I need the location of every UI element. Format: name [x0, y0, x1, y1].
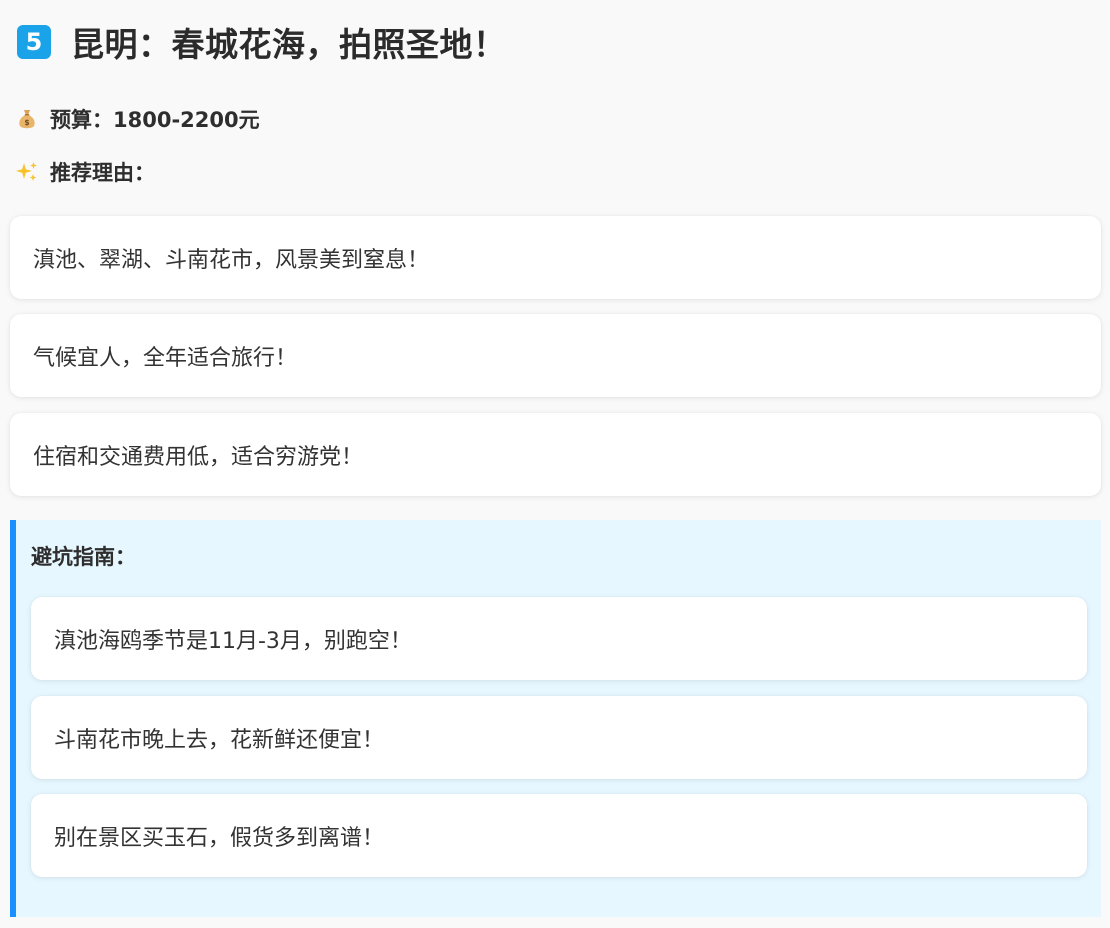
svg-text:$: $ — [24, 118, 29, 127]
tip-text: 斗南花市晚上去，花新鲜还便宜！ — [54, 727, 385, 753]
page: 5 昆明：春城花海，拍照圣地！ $ 预算：1800-2200元 推荐理由： 滇池… — [0, 0, 1110, 928]
tip-card: 滇池海鸥季节是11月-3月，别跑空！ — [31, 597, 1087, 680]
reason-card: 气候宜人，全年适合旅行！ — [10, 314, 1101, 397]
reason-card: 滇池、翠湖、斗南花市，风景美到窒息！ — [10, 216, 1101, 299]
tip-text: 滇池海鸥季节是11月-3月，别跑空！ — [54, 628, 412, 654]
reason-card: 住宿和交通费用低，适合穷游党！ — [10, 413, 1101, 496]
reason-text: 住宿和交通费用低，适合穷游党！ — [33, 444, 364, 470]
reason-text: 滇池、翠湖、斗南花市，风景美到窒息！ — [33, 247, 430, 273]
budget-row: $ 预算：1800-2200元 — [14, 104, 260, 134]
title-row: 5 昆明：春城花海，拍照圣地！ — [17, 22, 507, 64]
reasons-heading-row: 推荐理由： — [14, 157, 155, 187]
reasons-heading: 推荐理由： — [50, 161, 155, 185]
tip-card: 斗南花市晚上去，花新鲜还便宜！ — [31, 696, 1087, 779]
budget-text: 预算：1800-2200元 — [50, 108, 260, 132]
sparkles-icon — [14, 159, 40, 185]
number-five-badge-icon: 5 — [17, 25, 51, 59]
tip-card: 别在景区买玉石，假货多到离谱！ — [31, 794, 1087, 877]
pitfall-guide-heading: 避坑指南： — [31, 545, 136, 569]
tip-text: 别在景区买玉石，假货多到离谱！ — [54, 825, 385, 851]
reason-text: 气候宜人，全年适合旅行！ — [33, 345, 298, 371]
page-title: 昆明：春城花海，拍照圣地！ — [71, 25, 507, 64]
pitfall-guide-box: 避坑指南： 滇池海鸥季节是11月-3月，别跑空！ 斗南花市晚上去，花新鲜还便宜！… — [10, 520, 1101, 917]
money-bag-icon: $ — [14, 106, 40, 132]
